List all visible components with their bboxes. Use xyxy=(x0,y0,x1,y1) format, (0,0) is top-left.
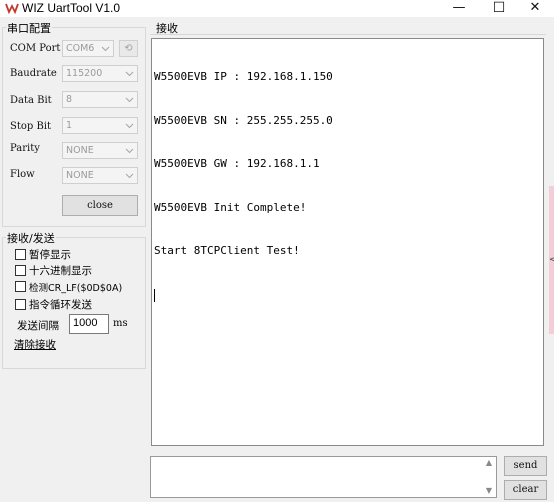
hex-display-checkbox[interactable] xyxy=(15,265,26,276)
send-interval-label: 发送间隔 xyxy=(17,320,59,332)
receive-divider xyxy=(150,34,546,35)
side-tab-arrow-icon: < xyxy=(549,255,554,265)
loop-send-label: 指令循环发送 xyxy=(29,299,92,311)
send-interval-unit: ms xyxy=(113,318,128,329)
baudrate-select[interactable]: 115200 xyxy=(62,65,138,82)
receive-line: W5500EVB SN : 255.255.255.0 xyxy=(154,113,333,127)
parity-label: Parity xyxy=(10,143,40,154)
clear-send-button[interactable]: clear xyxy=(504,480,547,500)
com-port-label: COM Port xyxy=(10,43,61,54)
refresh-ports-button[interactable]: ⟲ xyxy=(119,40,138,57)
send-button[interactable]: send xyxy=(504,456,547,476)
chevron-down-icon xyxy=(125,148,134,154)
receive-line: Start 8TCPClient Test! xyxy=(154,244,300,257)
stop-bit-select[interactable]: 1 xyxy=(62,117,138,134)
chevron-down-icon xyxy=(125,97,134,103)
close-port-button[interactable]: close xyxy=(62,195,138,216)
app-logo-icon xyxy=(5,3,19,14)
refresh-icon: ⟲ xyxy=(124,43,133,54)
detect-crlf-checkbox[interactable] xyxy=(15,281,26,292)
serial-config-title: 串口配置 xyxy=(6,20,52,36)
maximize-button[interactable]: ☐ xyxy=(480,0,518,17)
title-bar: WIZ UartTool V1.0 — ☐ ✕ xyxy=(0,0,554,17)
flow-select[interactable]: NONE xyxy=(62,167,138,184)
detect-crlf-label: 检测CR_LF($0D$0A) xyxy=(29,283,123,294)
data-bit-select[interactable]: 8 xyxy=(62,91,138,108)
parity-select[interactable]: NONE xyxy=(62,142,138,159)
chevron-down-icon xyxy=(125,71,134,77)
pause-display-label: 暂停显示 xyxy=(29,249,71,261)
data-bit-label: Data Bit xyxy=(10,95,52,106)
pause-display-checkbox[interactable] xyxy=(15,249,26,260)
loop-send-checkbox[interactable] xyxy=(15,299,26,310)
scroll-up-icon[interactable]: ▲ xyxy=(483,458,495,468)
receive-textarea[interactable]: W5500EVB IP : 192.168.1.150 W5500EVB SN … xyxy=(151,38,544,446)
com-port-select[interactable]: COM6 xyxy=(62,40,114,57)
rxtx-title: 接收/发送 xyxy=(6,230,56,246)
send-interval-input[interactable]: 1000 xyxy=(69,314,109,334)
send-textarea[interactable]: ▲ ▼ xyxy=(150,456,497,498)
scroll-down-icon[interactable]: ▼ xyxy=(483,486,495,496)
chevron-down-icon xyxy=(125,173,134,179)
receive-line: W5500EVB IP : 192.168.1.150 xyxy=(154,70,333,83)
clear-receive-link[interactable]: 清除接收 xyxy=(14,337,56,352)
minimize-button[interactable]: — xyxy=(440,0,478,17)
baudrate-label: Baudrate xyxy=(10,68,57,79)
chevron-down-icon xyxy=(125,123,134,129)
hex-display-label: 十六进制显示 xyxy=(29,265,92,277)
close-window-button[interactable]: ✕ xyxy=(516,0,554,17)
text-caret xyxy=(154,288,155,302)
chevron-down-icon xyxy=(101,46,110,52)
stop-bit-label: Stop Bit xyxy=(10,121,52,132)
window-title: WIZ UartTool V1.0 xyxy=(22,1,121,15)
receive-line: W5500EVB Init Complete! xyxy=(154,200,307,214)
flow-label: Flow xyxy=(10,169,35,180)
receive-line: W5500EVB GW : 192.168.1.1 xyxy=(154,157,320,170)
